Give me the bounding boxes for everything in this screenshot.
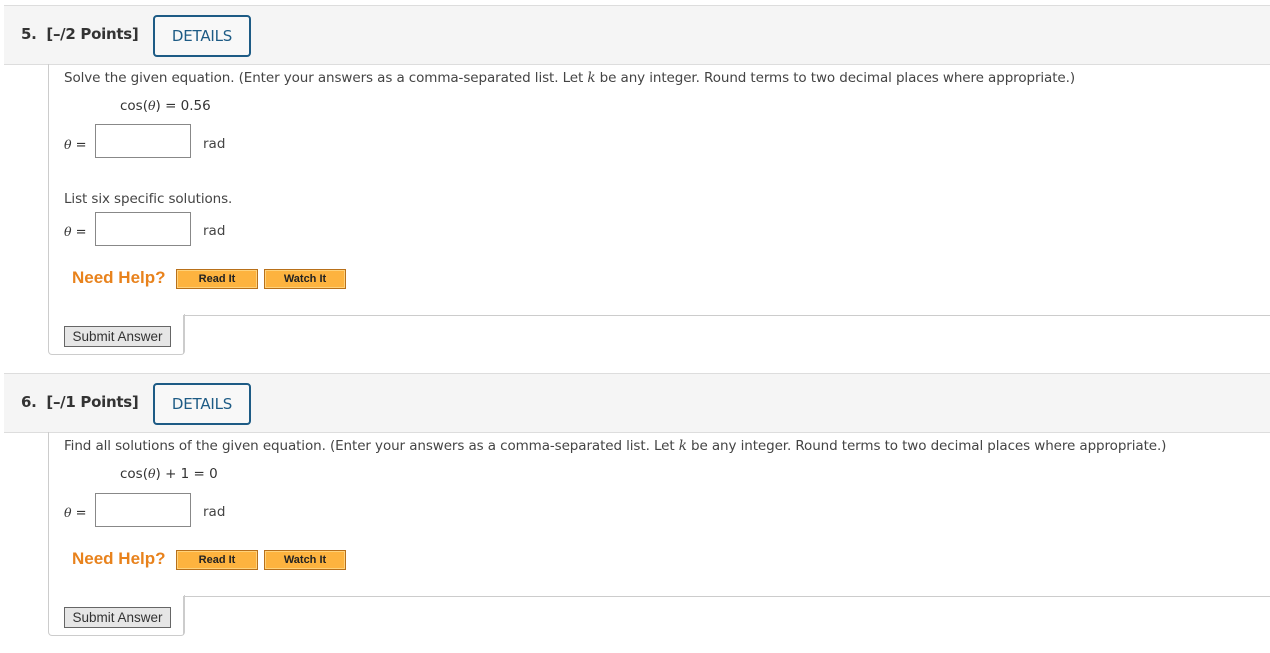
prompt-text-end: be any integer. Round terms to two decim…	[686, 438, 1167, 454]
answer-input-specific[interactable]	[95, 212, 191, 246]
theta-symbol: θ	[64, 505, 72, 520]
need-help-label: Need Help?	[72, 549, 166, 568]
prompt-text: Find all solutions of the given equation…	[64, 438, 679, 454]
watch-it-button[interactable]: Watch It	[264, 269, 346, 289]
points-label: [–/2 Points]	[46, 25, 139, 43]
submit-answer-button[interactable]: Submit Answer	[64, 607, 171, 628]
answer-label: θ =	[64, 224, 87, 240]
watch-it-button[interactable]: Watch It	[264, 550, 346, 570]
equation-suffix: ) = 0.56	[155, 98, 211, 114]
points-label: [–/1 Points]	[46, 393, 139, 411]
equals-sign: =	[71, 225, 87, 240]
answer-input-general[interactable]	[95, 493, 191, 527]
equation-suffix: ) + 1 = 0	[155, 466, 218, 482]
question-number-label: 5.	[21, 25, 37, 43]
answer-input-general[interactable]	[95, 124, 191, 158]
details-button[interactable]: DETAILS	[153, 383, 251, 425]
equation-prefix: cos(	[120, 466, 148, 482]
theta-symbol: θ	[64, 224, 72, 239]
unit-label: rad	[203, 223, 226, 239]
details-button[interactable]: DETAILS	[153, 15, 251, 57]
equation-var: θ	[147, 466, 156, 481]
read-it-button[interactable]: Read It	[176, 550, 258, 570]
question-body-border	[48, 432, 49, 595]
equation: cos(θ) + 1 = 0	[120, 466, 218, 482]
answer-label: θ =	[64, 505, 87, 521]
equation-prefix: cos(	[120, 98, 148, 114]
read-it-button[interactable]: Read It	[176, 269, 258, 289]
divider	[183, 315, 1270, 316]
answer-label: θ =	[64, 137, 87, 153]
prompt-k: k	[678, 438, 687, 454]
question-number: 5. [–/2 Points]	[21, 25, 139, 43]
submit-answer-button[interactable]: Submit Answer	[64, 326, 171, 347]
question-prompt: Solve the given equation. (Enter your an…	[64, 70, 1075, 86]
prompt-text-end: be any integer. Round terms to two decim…	[595, 70, 1075, 86]
question-header: 6. [–/1 Points] DETAILS	[4, 373, 1270, 433]
need-help-label: Need Help?	[72, 268, 166, 287]
question-header: 5. [–/2 Points] DETAILS	[4, 5, 1270, 65]
equals-sign: =	[71, 506, 87, 521]
equation: cos(θ) = 0.56	[120, 98, 211, 114]
prompt-text: Solve the given equation. (Enter your an…	[64, 70, 588, 86]
question-number: 6. [–/1 Points]	[21, 393, 139, 411]
unit-label: rad	[203, 136, 226, 152]
equals-sign: =	[71, 138, 87, 153]
question-number-label: 6.	[21, 393, 37, 411]
unit-label: rad	[203, 504, 226, 520]
question-prompt: Find all solutions of the given equation…	[64, 438, 1166, 454]
part-intro: List six specific solutions.	[64, 191, 233, 207]
equation-var: θ	[147, 98, 156, 113]
divider	[183, 596, 1270, 597]
question-body-border	[48, 64, 49, 314]
theta-symbol: θ	[64, 137, 72, 152]
